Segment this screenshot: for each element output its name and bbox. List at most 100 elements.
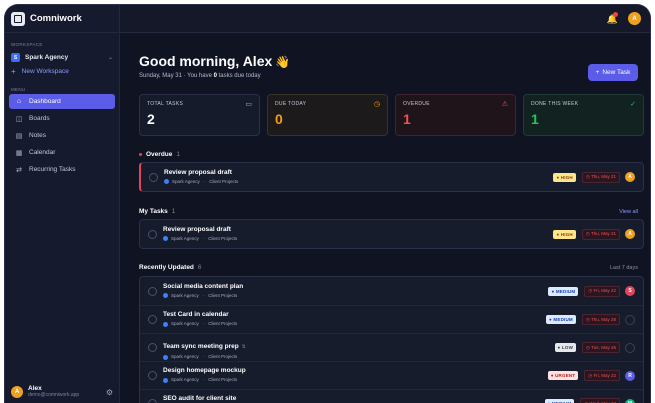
task-workspace: Spark Agency: [172, 178, 200, 184]
inbox-icon: ▭: [245, 101, 252, 108]
assignee-avatar[interactable]: [625, 314, 635, 325]
page-subtitle: Sunday, May 31 · You have 0 tasks due to…: [139, 73, 261, 79]
task-checkbox[interactable]: [148, 399, 157, 403]
task-checkbox[interactable]: [148, 371, 157, 380]
task-title: Test Card in calendar: [163, 311, 229, 319]
task-checkbox[interactable]: [149, 172, 158, 182]
task-title: Review proposal draft: [164, 168, 232, 176]
main-content: Good morning, Alex 👋 Sunday, May 31 · You…: [120, 33, 650, 403]
chevron-down-icon: ⌄: [107, 55, 113, 61]
app-name: Comniwork: [30, 13, 82, 24]
new-workspace-link[interactable]: + New Workspace: [5, 65, 119, 78]
priority-badge: ● MEDIUM: [546, 315, 576, 324]
recently-updated-heading: Recently Updated 6: [139, 264, 202, 271]
task-project: Client Projects: [208, 321, 238, 326]
task-row[interactable]: Team sync meeting prep ⇅ Spark Agency · Clie…: [140, 333, 643, 361]
task-row[interactable]: Review proposal draft Spark Agency · Client…: [140, 220, 643, 248]
wave-icon: 👋: [275, 55, 291, 69]
due-date-badge: ◷ Fri, May 22: [584, 370, 620, 381]
user-profile[interactable]: A Alex demo@comniwork.app ⚙: [5, 381, 119, 403]
check-icon: ✓: [630, 101, 636, 108]
assignee-avatar[interactable]: M: [625, 398, 635, 403]
assignee-avatar[interactable]: A: [625, 229, 635, 239]
new-workspace-label: New Workspace: [21, 68, 69, 75]
my-tasks-list: Review proposal draft Spark Agency · Client…: [139, 219, 644, 249]
workspace-name: Spark Agency: [25, 54, 69, 61]
task-workspace: Spark Agency: [171, 353, 199, 359]
due-date-badge: ◷ Thu, May 21: [581, 228, 620, 240]
stat-overdue: OVERDUE 1 ⚠: [395, 94, 516, 136]
app-window: Comniwork WORKSPACE S Spark Agency ⌄ + N…: [4, 4, 651, 403]
sidebar-item-recurring-tasks[interactable]: ⇄ Recurring Tasks: [9, 162, 115, 177]
task-row[interactable]: SEO audit for client siteSpark Agency·Cl…: [140, 389, 643, 403]
top-bar: 🔔 A: [120, 5, 650, 33]
top-avatar[interactable]: A: [628, 12, 641, 25]
range-label[interactable]: Last 7 days: [610, 265, 638, 271]
sidebar-item-label: Boards: [29, 115, 50, 122]
sidebar-item-dashboard[interactable]: ⌂ Dashboard: [9, 94, 115, 109]
priority-badge: ● MEDIUM: [548, 286, 579, 296]
view-all-link[interactable]: View all: [619, 209, 638, 215]
sidebar-item-calendar[interactable]: ▦ Calendar: [9, 145, 115, 160]
task-title: Social media content plan: [163, 282, 244, 290]
task-title: SEO audit for client site: [163, 395, 237, 403]
new-task-button[interactable]: + New Task: [588, 64, 638, 81]
task-checkbox[interactable]: [148, 229, 157, 239]
assignee-avatar[interactable]: A: [625, 172, 635, 182]
my-tasks-heading: My Tasks 1: [139, 208, 176, 215]
task-workspace: Spark Agency: [171, 235, 199, 241]
avatar: A: [11, 386, 23, 398]
repeat-icon: ⇄: [16, 166, 22, 174]
workspace-dot: [163, 321, 168, 327]
workspace-selector[interactable]: S Spark Agency ⌄: [5, 50, 119, 65]
assignee-avatar[interactable]: R: [625, 370, 635, 381]
notification-dot: [613, 12, 618, 17]
workspace-section-label: WORKSPACE: [11, 42, 43, 47]
task-meta: Spark Agency · Client Projects: [163, 293, 548, 299]
task-title: Design homepage mockup: [163, 367, 246, 375]
due-date-badge: ◷ Fri, May 22: [584, 285, 620, 297]
gear-icon[interactable]: ⚙: [106, 388, 113, 397]
workspace-dot: [163, 236, 168, 242]
task-meta: Spark Agency · Client Projects: [163, 353, 555, 360]
task-checkbox[interactable]: [148, 286, 157, 296]
task-meta: Spark Agency · Client Projects: [163, 235, 553, 242]
priority-badge: ● MEDIUM: [544, 399, 575, 403]
stats-row: TOTAL TASKS 2 ▭ DUE TODAY 0 ◷ OVERDUE 1 …: [139, 94, 644, 136]
brand[interactable]: Comniwork: [5, 5, 119, 33]
task-row[interactable]: Design homepage mockup Spark Agency · Clien…: [140, 361, 643, 389]
task-row[interactable]: Review proposal draft Spark Agency · Client…: [141, 163, 643, 191]
workspace-badge: S: [11, 53, 20, 62]
priority-badge: ● URGENT: [547, 371, 579, 380]
note-icon: ▤: [15, 132, 23, 140]
stat-due-today: DUE TODAY 0 ◷: [267, 94, 388, 136]
stat-total-tasks: TOTAL TASKS 2 ▭: [139, 94, 260, 136]
task-title: Review proposal draft: [163, 225, 231, 233]
task-checkbox[interactable]: [148, 343, 157, 352]
calendar-icon: ▦: [15, 149, 23, 157]
workspace-dot: [164, 179, 169, 185]
sidebar-item-boards[interactable]: ◫ Boards: [9, 111, 115, 126]
task-checkbox[interactable]: [148, 315, 157, 324]
assignee-avatar[interactable]: [625, 342, 635, 353]
due-date-badge: ◷ Thu, May 28: [581, 314, 620, 325]
due-date-badge: ◷ Thu, May 21: [581, 171, 620, 183]
overdue-heading: Overdue 1: [139, 151, 180, 158]
menu-section-label: MENU: [11, 87, 26, 92]
subtask-icon: ⇅: [241, 343, 246, 350]
logo-icon: [11, 11, 25, 26]
task-workspace: Spark Agency: [171, 321, 199, 326]
overdue-list: Review proposal draft Spark Agency · Client…: [139, 162, 644, 192]
workspace-dot: [163, 354, 168, 360]
due-date-badge: ◷ Tue, May 26: [582, 342, 620, 353]
sidebar-item-label: Dashboard: [29, 98, 61, 105]
task-row[interactable]: Test Card in calendar Spark Agency · Client…: [140, 305, 643, 333]
plus-icon: +: [11, 67, 16, 76]
assignee-avatar[interactable]: S: [625, 286, 635, 296]
sidebar-item-label: Calendar: [29, 149, 56, 156]
task-project: Client Projects: [208, 353, 238, 359]
priority-badge: ● LOW: [554, 343, 577, 352]
task-workspace: Spark Agency: [171, 377, 199, 382]
task-row[interactable]: Social media content plan Spark Agency · Cl…: [140, 277, 643, 305]
sidebar-item-notes[interactable]: ▤ Notes: [9, 128, 115, 143]
